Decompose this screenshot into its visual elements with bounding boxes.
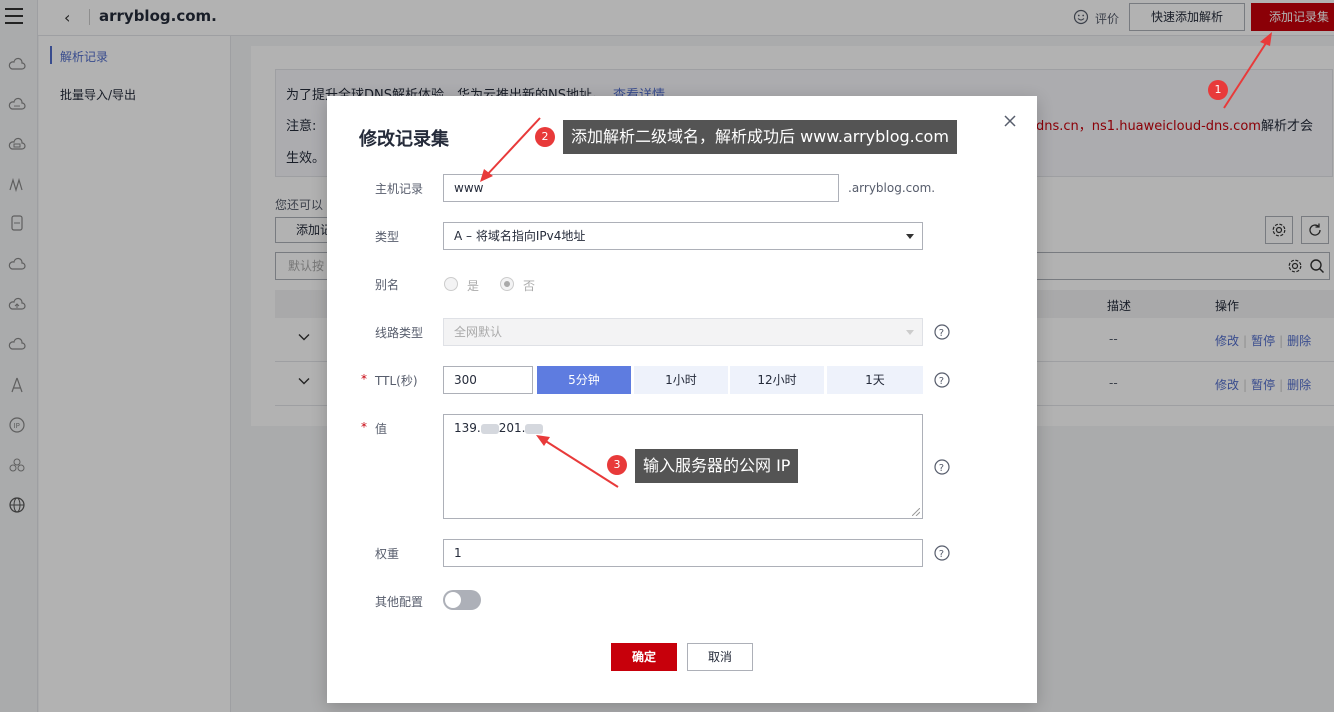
- cancel-button[interactable]: 取消: [687, 643, 753, 671]
- type-value: A – 将域名指向IPv4地址: [454, 229, 586, 243]
- other-config-toggle[interactable]: [443, 590, 481, 610]
- line-type-select: 全网默认: [443, 318, 923, 346]
- svg-text:?: ?: [939, 376, 944, 387]
- weight-label: 权重: [375, 547, 400, 561]
- alias-no-label: 否: [523, 279, 536, 293]
- step-badge-3: 3: [607, 455, 627, 475]
- help-icon[interactable]: ?: [934, 324, 950, 340]
- ttl-option-1day[interactable]: 1天: [827, 366, 923, 394]
- alias-yes-radio[interactable]: [444, 277, 458, 291]
- required-mark: *: [361, 420, 367, 434]
- edit-recordset-dialog: 修改记录集 主机记录 www .arryblog.com. 类型 A – 将域名…: [327, 96, 1037, 703]
- dropdown-arrow-icon: [906, 234, 914, 239]
- masked-text: [525, 423, 544, 434]
- type-label: 类型: [375, 230, 400, 244]
- svg-text:?: ?: [939, 328, 944, 339]
- svg-text:?: ?: [939, 549, 944, 560]
- type-select[interactable]: A – 将域名指向IPv4地址: [443, 222, 923, 250]
- step-badge-2: 2: [535, 127, 555, 147]
- host-label: 主机记录: [375, 182, 424, 196]
- host-input[interactable]: www: [443, 174, 839, 202]
- value-label-text: 值: [375, 422, 388, 436]
- ttl-option-5min[interactable]: 5分钟: [537, 366, 631, 394]
- dropdown-arrow-icon: [906, 330, 914, 335]
- close-icon[interactable]: [1002, 113, 1018, 129]
- ttl-label-text: TTL(秒): [375, 374, 418, 388]
- value-part-1: 139.: [454, 421, 481, 435]
- dialog-title: 修改记录集: [359, 129, 449, 150]
- required-mark: *: [361, 372, 367, 386]
- value-label: * 值: [361, 420, 388, 437]
- step-badge-1: 1: [1208, 80, 1228, 100]
- ttl-option-12hours[interactable]: 12小时: [730, 366, 824, 394]
- help-icon[interactable]: ?: [934, 459, 950, 475]
- help-icon[interactable]: ?: [934, 545, 950, 561]
- resize-handle-icon[interactable]: [912, 508, 920, 516]
- alias-label: 别名: [375, 278, 400, 292]
- masked-text: [480, 423, 499, 434]
- help-icon[interactable]: ?: [934, 372, 950, 388]
- alias-no-radio[interactable]: [500, 277, 514, 291]
- ttl-input[interactable]: 300: [443, 366, 533, 394]
- value-part-2: 201.: [498, 421, 526, 435]
- host-suffix: .arryblog.com.: [848, 181, 936, 195]
- ttl-option-1hour[interactable]: 1小时: [634, 366, 728, 394]
- line-type-label: 线路类型: [375, 326, 424, 340]
- alias-yes-label: 是: [467, 279, 480, 293]
- annotation-tooltip-3: 输入服务器的公网 IP: [635, 449, 799, 483]
- confirm-button[interactable]: 确定: [611, 643, 677, 671]
- svg-text:?: ?: [939, 463, 944, 474]
- ttl-label: * TTL(秒): [361, 372, 418, 389]
- weight-input[interactable]: 1: [443, 539, 923, 567]
- line-type-value: 全网默认: [454, 325, 503, 339]
- other-config-label: 其他配置: [375, 595, 424, 609]
- annotation-tooltip-2: 添加解析二级域名，解析成功后 www.arryblog.com: [563, 120, 957, 154]
